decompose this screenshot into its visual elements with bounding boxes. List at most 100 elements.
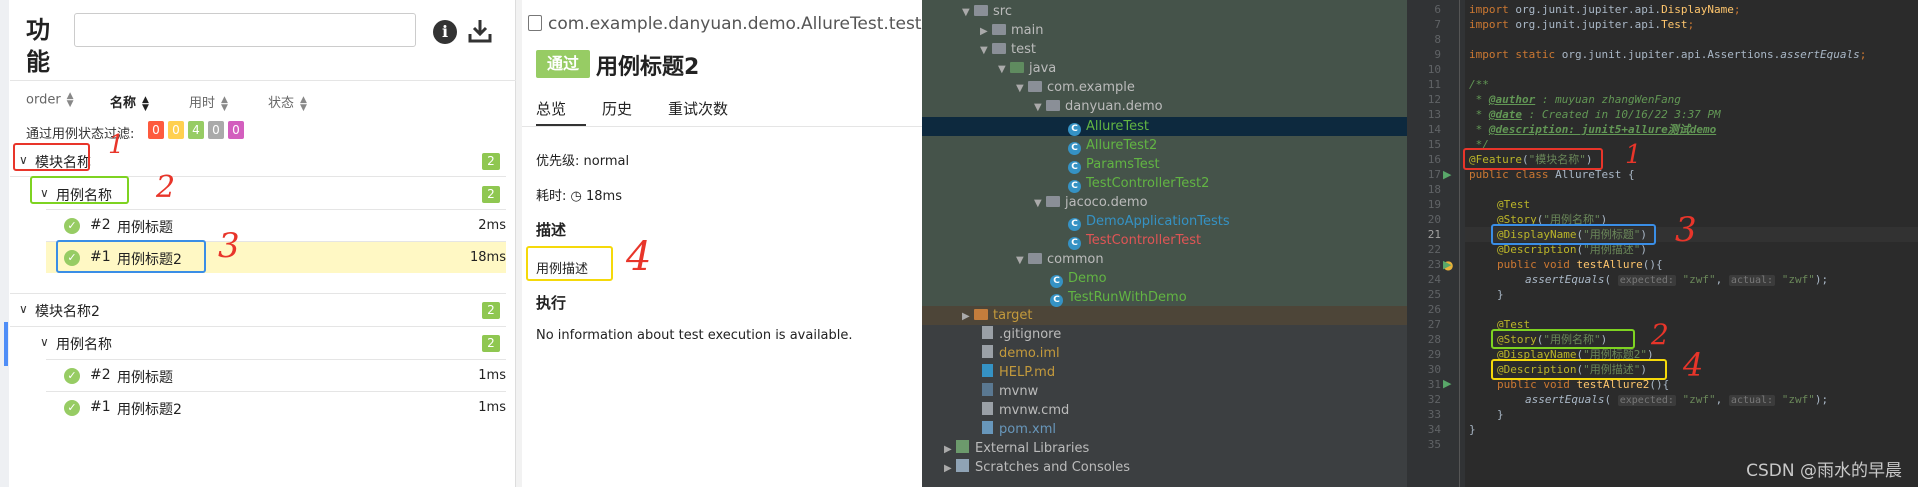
chevron-right-icon: ▶ <box>944 463 952 474</box>
line-number: 6 <box>1434 3 1441 16</box>
run-test-icon[interactable]: ▶ <box>1443 258 1451 271</box>
line-number: 14 <box>1427 123 1441 136</box>
code-line: public void testAllure(){ <box>1497 258 1663 271</box>
tree-item-main[interactable]: ▶ main <box>980 21 1043 40</box>
download-icon[interactable] <box>467 18 493 44</box>
divider <box>46 359 506 360</box>
case-name: 用例标题 <box>117 220 173 236</box>
tree-item-file[interactable]: HELP.md <box>982 363 1055 382</box>
code-line: assertEquals( expected: "zwf", actual: "… <box>1525 393 1829 406</box>
sort-arrows-icon: ▲ ▼ <box>300 94 307 113</box>
tree-item-scratches[interactable]: ▶ Scratches and Consoles <box>944 458 1130 477</box>
tree-item-class[interactable]: C ParamsTest <box>1068 155 1160 174</box>
tree-item-class[interactable]: C Demo <box>1050 269 1107 288</box>
filter-unknown-badge[interactable]: 0 <box>228 121 244 139</box>
code-line: } <box>1497 288 1504 301</box>
line-number: 29 <box>1427 348 1441 361</box>
tree-group-story[interactable]: ∨ 用例名称 2 <box>10 328 506 358</box>
page-title: 功能 <box>26 16 50 76</box>
tree-test-case[interactable]: ✓ #2 用例标题 1ms <box>10 361 506 391</box>
tree-item-file[interactable]: .gitignore <box>982 325 1061 344</box>
selected-file-row <box>922 117 1407 136</box>
filter-skipped-badge[interactable]: 0 <box>208 121 224 139</box>
code-line: @Test <box>1497 198 1531 211</box>
code-line: * @date : Created in 10/16/22 3:37 PM <box>1469 108 1721 121</box>
tree-item-file[interactable]: pom.xml <box>982 420 1056 439</box>
tree-item-class[interactable]: C TestControllerTest <box>1068 231 1201 250</box>
info-icon[interactable]: i <box>433 20 457 44</box>
check-passed-icon: ✓ <box>64 368 80 384</box>
tree-item-package[interactable]: ▼ danyuan.demo <box>1034 97 1163 116</box>
run-test-icon[interactable]: ▶ <box>1443 377 1451 390</box>
tree-item-label: DemoApplicationTests <box>1086 214 1230 229</box>
run-test-icon[interactable]: ▶ <box>1443 168 1451 181</box>
filter-passed-badge[interactable]: 4 <box>188 121 204 139</box>
priority-text: 优先级: normal <box>536 154 630 169</box>
tree-item-class[interactable]: C TestRunWithDemo <box>1050 288 1187 307</box>
annotation-number-1: 1 <box>108 130 125 160</box>
allure-tree-panel: 功能 i order ▲ ▼ 名称 ▲ ▼ 用时 ▲ ▼ 状态 ▲ ▼ 通过用例状态过滤: 0 … <box>0 0 516 487</box>
tree-item-package[interactable]: ▼ jacoco.demo <box>1034 193 1148 212</box>
tree-item-label: Demo <box>1068 271 1107 286</box>
line-number: 22 <box>1427 243 1441 256</box>
tree-item-label: ParamsTest <box>1086 157 1160 172</box>
annotation-box-4 <box>1491 359 1667 380</box>
package-icon <box>1028 81 1042 92</box>
filter-broken-badge[interactable]: 0 <box>168 121 184 139</box>
tab-retries[interactable]: 重试次数 <box>668 98 728 119</box>
tree-item-label: src <box>993 4 1012 19</box>
annotation-number-1: 1 <box>1625 140 1642 170</box>
sort-duration-label: 用时 <box>189 96 216 111</box>
java-class-icon: C <box>1068 237 1081 250</box>
ide-project-tree: ▼ src ▶ main ▼ test ▼ java ▼ com.example ▼ dan… <box>922 0 1407 487</box>
tree-item-label: mvnw.cmd <box>999 403 1070 418</box>
tree-item-label: jacoco.demo <box>1065 195 1148 210</box>
tree-item-src[interactable]: ▼ src <box>962 2 1012 21</box>
tree-group-feature[interactable]: ∨ 模块名称2 2 <box>10 295 506 325</box>
line-number: 11 <box>1427 78 1441 91</box>
line-number: 7 <box>1434 18 1441 31</box>
line-number: 16 <box>1427 153 1441 166</box>
tree-item-file[interactable]: mvnw <box>982 382 1038 401</box>
tree-test-case[interactable]: ✓ #2 用例标题 2ms <box>10 211 506 241</box>
execution-info: No information about test execution is a… <box>536 328 853 343</box>
tree-item-class[interactable]: C DemoApplicationTests <box>1068 212 1230 231</box>
tree-item-test[interactable]: ▼ test <box>980 40 1036 59</box>
sort-order[interactable]: order ▲ ▼ <box>26 92 74 109</box>
tree-item-package[interactable]: ▼ com.example <box>1016 78 1135 97</box>
tree-item-label: common <box>1047 252 1104 267</box>
tree-item-file[interactable]: mvnw.cmd <box>982 401 1069 420</box>
sort-arrows-icon: ▲ ▼ <box>142 94 149 113</box>
sort-duration[interactable]: 用时 ▲ ▼ <box>189 92 228 112</box>
tree-item-target[interactable]: ▶ target <box>962 306 1033 325</box>
tree-group-label: 用例名称 <box>56 337 112 353</box>
side-nav-active-indicator <box>4 322 8 366</box>
tree-item-package[interactable]: ▼ common <box>1016 250 1104 269</box>
tree-item-class[interactable]: C AllureTest <box>1068 117 1149 136</box>
line-number: 18 <box>1427 183 1441 196</box>
tab-history[interactable]: 历史 <box>602 98 632 119</box>
tree-item-file[interactable]: demo.iml <box>982 344 1060 363</box>
code-editor[interactable]: 6 7 8 9 10 11 12 13 14 15 16 17 18 19 20… <box>1407 0 1918 487</box>
filter-failed-badge[interactable]: 0 <box>148 121 164 139</box>
code-line: import static org.junit.jupiter.api.Asse… <box>1469 48 1867 61</box>
java-class-icon: C <box>1050 275 1063 288</box>
tree-item-external-libraries[interactable]: ▶ External Libraries <box>944 439 1089 458</box>
sort-name-label: 名称 <box>110 96 137 111</box>
test-path-text: com.example.danyuan.demo.AllureTest.test… <box>548 14 922 34</box>
line-number: 8 <box>1434 33 1441 46</box>
line-number: 30 <box>1427 363 1441 376</box>
tree-item-label: AllureTest2 <box>1086 138 1158 153</box>
line-number: 34 <box>1427 423 1441 436</box>
tab-overview[interactable]: 总览 <box>536 98 566 119</box>
tree-test-case[interactable]: ✓ #1 用例标题2 1ms <box>10 393 506 423</box>
tree-item-class[interactable]: C TestControllerTest2 <box>1068 174 1209 193</box>
tree-item-java[interactable]: ▼ java <box>998 59 1056 78</box>
search-input[interactable] <box>74 13 416 47</box>
sort-name[interactable]: 名称 ▲ ▼ <box>110 92 149 112</box>
count-badge: 2 <box>482 153 500 170</box>
copy-icon[interactable] <box>528 15 542 31</box>
tree-item-class[interactable]: C AllureTest2 <box>1068 136 1157 155</box>
sort-status[interactable]: 状态 ▲ ▼ <box>268 92 307 112</box>
divider <box>10 80 516 81</box>
